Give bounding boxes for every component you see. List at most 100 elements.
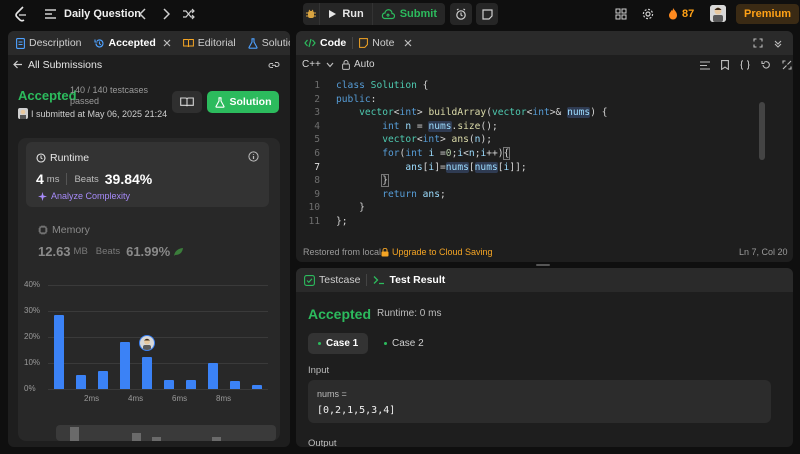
my-submission-avatar[interactable] <box>139 334 155 351</box>
language-select[interactable]: C++ <box>302 59 334 70</box>
share-link-icon[interactable] <box>268 60 280 70</box>
code-line: vector<int> buildArray(vector<int>& nums… <box>359 107 608 119</box>
y-tick-label: 40% <box>24 280 41 289</box>
chip-icon <box>38 225 48 235</box>
submitted-at: I submitted at May 06, 2025 21:24 <box>31 109 168 119</box>
chart-bar[interactable] <box>120 342 130 389</box>
gridline <box>48 389 268 390</box>
leetcode-logo-icon[interactable] <box>14 6 28 22</box>
panel-resize-handle[interactable] <box>536 264 550 266</box>
gridline <box>48 311 268 312</box>
line-number: 2 <box>314 93 320 105</box>
upgrade-cloud-link[interactable]: Upgrade to Cloud Saving <box>381 247 493 257</box>
chart-bar[interactable] <box>142 356 152 389</box>
testcases-count: 140 / 140 testcases <box>70 85 149 95</box>
gridline <box>48 285 268 286</box>
tab-note[interactable]: Note <box>353 31 418 55</box>
collapse-chevron-icon[interactable] <box>773 38 783 48</box>
flask-icon <box>214 96 225 108</box>
runtime-card[interactable]: Runtime 4 ms Beats 39.84% Analyze Comple… <box>26 142 269 207</box>
chart-bar[interactable] <box>252 385 262 389</box>
tab-editorial[interactable]: Editorial <box>177 31 242 55</box>
code-brackets-icon <box>304 38 316 48</box>
chart-bar[interactable] <box>98 370 108 389</box>
user-avatar[interactable] <box>710 5 726 22</box>
code-line: int n = nums.size(); <box>382 120 498 132</box>
lock-icon <box>342 59 350 70</box>
scrubber-bar <box>132 433 141 441</box>
chart-bar[interactable] <box>186 379 196 389</box>
info-icon[interactable] <box>248 151 259 162</box>
tab-accepted[interactable]: Accepted <box>88 31 177 55</box>
chart-range-scrubber[interactable] <box>56 425 276 441</box>
editorial-button[interactable] <box>172 91 202 113</box>
flask-icon <box>248 37 258 49</box>
all-submissions-link[interactable]: All Submissions <box>28 59 102 71</box>
settings-gear-icon[interactable] <box>642 8 654 20</box>
code-editor[interactable]: 1 2 3 4 5 6 7 8 9 10 11 class Solution { public: v… <box>296 80 776 240</box>
cloud-upload-icon <box>381 8 395 19</box>
chart-bar[interactable] <box>164 379 174 389</box>
code-scrollbar[interactable] <box>759 102 765 160</box>
close-tab-icon[interactable] <box>163 39 171 47</box>
leaf-icon <box>174 247 184 256</box>
tab-testcase[interactable]: Testcase <box>296 268 366 292</box>
chart-bar[interactable] <box>230 381 240 389</box>
chart-bar[interactable] <box>54 314 64 389</box>
submission-status: Accepted <box>18 88 77 103</box>
submitter-avatar <box>18 108 28 119</box>
runtime-beats-label: Beats <box>74 173 99 185</box>
x-tick-label: 4ms <box>128 394 144 403</box>
y-tick-label: 20% <box>24 332 41 341</box>
runtime-distribution-chart: 40% 30% 20% 10% 0% 2ms 4ms 6ms 8ms <box>18 280 280 413</box>
submit-button[interactable]: Submit <box>371 3 445 25</box>
stats-card: Runtime 4 ms Beats 39.84% Analyze Comple… <box>18 138 280 441</box>
analyze-complexity-link[interactable]: Analyze Complexity <box>38 191 130 201</box>
braces-icon[interactable] <box>740 60 750 70</box>
runtime-value: 4 <box>36 171 44 187</box>
bookmark-icon[interactable] <box>721 60 729 70</box>
chevron-left-icon[interactable] <box>139 8 147 20</box>
memory-section[interactable]: Memory <box>38 224 90 236</box>
timer-icon[interactable] <box>450 3 472 25</box>
close-tab-icon[interactable] <box>404 39 412 47</box>
test-result-status: Accepted <box>308 306 372 322</box>
expand-icon[interactable] <box>782 60 792 70</box>
shuffle-icon[interactable] <box>182 8 195 20</box>
test-tab-bar: Testcase Test Result <box>296 268 793 292</box>
tab-description[interactable]: Description <box>8 31 88 55</box>
daily-question-title[interactable]: Daily Question <box>64 8 141 20</box>
left-tab-bar: Description Accepted Editorial Solution <box>8 31 290 55</box>
debug-icon[interactable] <box>303 3 319 25</box>
note-icon[interactable] <box>476 3 498 25</box>
chevron-right-icon[interactable] <box>162 8 170 20</box>
top-bar: Daily Question Run Submit 87 Premium <box>0 0 800 28</box>
format-lines-icon[interactable] <box>700 60 710 70</box>
memory-beats-label: Beats <box>95 246 121 257</box>
layout-grid-icon[interactable] <box>615 8 627 20</box>
problem-list-icon[interactable] <box>44 8 57 20</box>
fullscreen-icon[interactable] <box>753 38 763 48</box>
run-button[interactable]: Run <box>319 3 371 25</box>
chart-bar[interactable] <box>76 374 86 389</box>
chart-bar[interactable] <box>208 363 218 389</box>
case-2-tab[interactable]: Case 2 <box>380 333 428 354</box>
auto-mode-toggle[interactable]: Auto <box>342 59 375 70</box>
scrubber-bar <box>152 437 161 441</box>
line-number: 11 <box>308 216 320 227</box>
solution-button[interactable]: Solution <box>207 91 279 113</box>
tab-solutions[interactable]: Solution <box>242 31 290 55</box>
sparkle-icon <box>38 191 47 201</box>
line-number: 3 <box>314 107 320 119</box>
left-panel: Description Accepted Editorial Solution … <box>8 31 290 447</box>
streak-counter[interactable]: 87 <box>668 7 694 20</box>
reset-icon[interactable] <box>761 60 771 70</box>
case-1-tab[interactable]: Case 1 <box>308 333 369 354</box>
x-tick-label: 6ms <box>172 394 188 403</box>
code-line: public: <box>336 93 377 105</box>
back-arrow-icon[interactable] <box>13 60 23 69</box>
tab-test-result[interactable]: Test Result <box>367 268 451 292</box>
runtime-beats-value: 39.84% <box>104 171 153 187</box>
tab-code[interactable]: Code <box>296 31 352 55</box>
premium-button[interactable]: Premium <box>736 4 800 24</box>
